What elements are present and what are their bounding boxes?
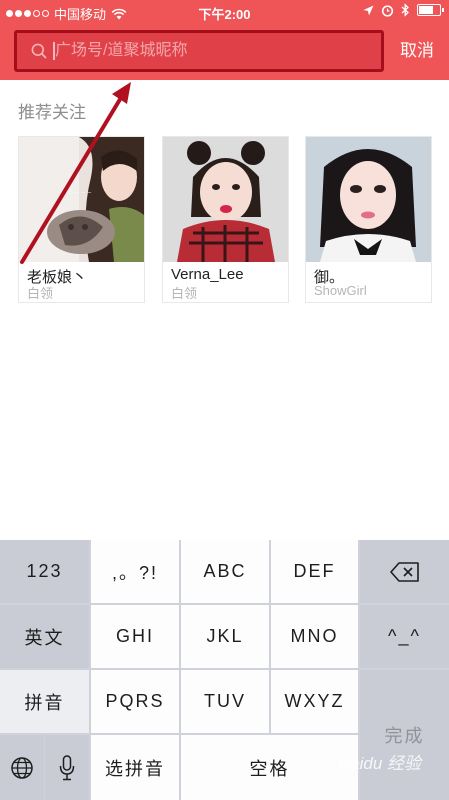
- key-jkl[interactable]: JKL: [181, 605, 269, 668]
- search-bar[interactable]: [14, 30, 384, 72]
- user-tag: ShowGirl: [314, 283, 367, 298]
- status-right: [363, 3, 444, 17]
- user-name: Verna_Lee: [171, 266, 244, 283]
- cancel-button[interactable]: 取消: [392, 38, 442, 64]
- globe-icon: [11, 756, 33, 779]
- svg-text:♡ ~ ~ ~: ♡ ~ ~ ~: [67, 189, 91, 197]
- key-mno[interactable]: MNO: [271, 605, 358, 668]
- battery-icon: [417, 4, 444, 16]
- key-backspace[interactable]: [360, 540, 449, 603]
- header-bar: 中国移动 下午2:00 取消: [0, 0, 449, 80]
- search-input[interactable]: [55, 38, 375, 64]
- key-123[interactable]: 123: [0, 540, 89, 603]
- user-tag: 白领: [171, 286, 198, 301]
- key-pinyin[interactable]: 拼音: [0, 670, 89, 733]
- bluetooth-icon: [401, 3, 409, 17]
- key-tuv[interactable]: TUV: [181, 670, 269, 733]
- key-done[interactable]: 完成: [360, 670, 449, 800]
- key-wxyz[interactable]: WXYZ: [271, 670, 358, 733]
- user-avatar-photo: [163, 137, 288, 262]
- user-card[interactable]: Verna_Lee 白领: [162, 136, 289, 303]
- recommend-title: 推荐关注: [18, 103, 86, 122]
- key-punctuation[interactable]: ,。?!: [91, 540, 179, 603]
- key-ghi[interactable]: GHI: [91, 605, 179, 668]
- key-pqrs[interactable]: PQRS: [91, 670, 179, 733]
- key-abc[interactable]: ABC: [181, 540, 269, 603]
- globe-key[interactable]: [0, 735, 44, 800]
- key-select-pinyin[interactable]: 选拼音: [91, 735, 179, 800]
- watermark: Baidu 经验: [338, 754, 421, 773]
- user-card[interactable]: 御。 ShowGirl: [305, 136, 432, 303]
- alarm-icon: [381, 4, 394, 17]
- key-space[interactable]: 空格: [181, 735, 358, 800]
- search-icon: [31, 43, 47, 59]
- key-english[interactable]: 英文: [0, 605, 89, 668]
- microphone-key[interactable]: [45, 735, 89, 800]
- user-avatar-photo: ♡ ~ ~ ~: [19, 137, 144, 262]
- user-tag: 白领: [27, 286, 54, 301]
- status-bar: 中国移动 下午2:00: [0, 0, 449, 24]
- location-icon: [363, 5, 374, 15]
- backspace-icon: [389, 561, 419, 582]
- key-def[interactable]: DEF: [271, 540, 358, 603]
- user-avatar-photo: [306, 137, 431, 262]
- microphone-icon: [59, 754, 75, 780]
- user-card[interactable]: ♡ ~ ~ ~ 老板娘丶 白领: [18, 136, 145, 303]
- key-emoticon[interactable]: ^_^: [360, 605, 449, 668]
